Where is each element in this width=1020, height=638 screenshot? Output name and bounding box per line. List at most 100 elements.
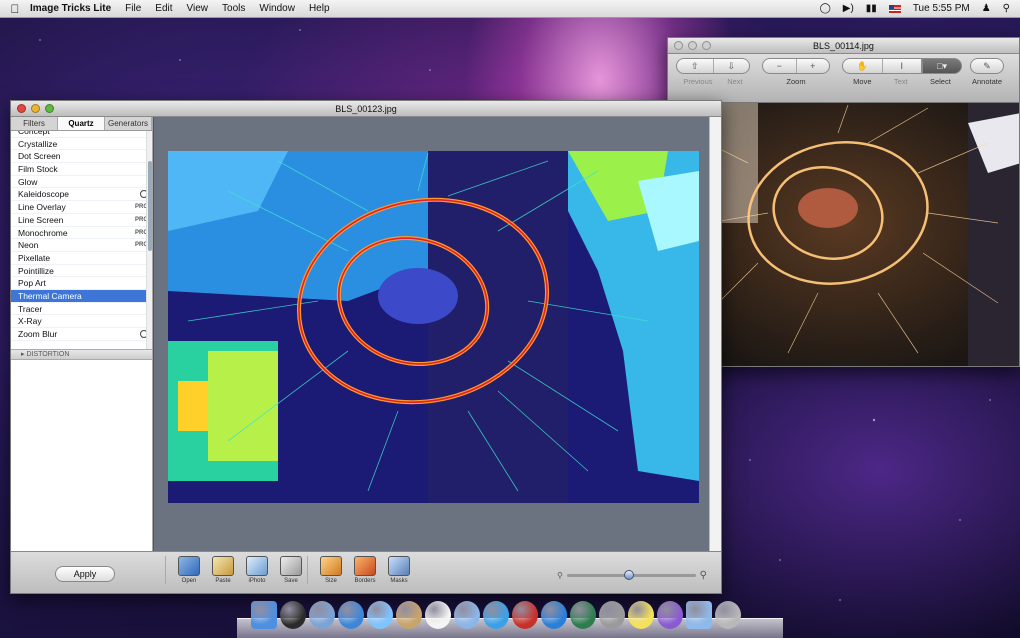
volume-icon[interactable]: ▶) <box>843 3 854 14</box>
safari-icon[interactable] <box>338 601 364 629</box>
tab-generators[interactable]: Generators <box>105 117 152 130</box>
filter-item[interactable]: Pop Art <box>11 277 152 290</box>
filter-item[interactable]: Pointillize <box>11 265 152 278</box>
filter-item[interactable]: Film Stock <box>11 163 152 176</box>
paste-label: Paste <box>215 578 231 584</box>
iphoto-icon[interactable] <box>454 601 480 629</box>
itunes-icon[interactable] <box>483 601 509 629</box>
filter-item[interactable]: Monochrome PRO <box>11 227 152 240</box>
menu-file[interactable]: File <box>125 3 141 14</box>
zoom-group: − + Zoom <box>762 58 830 86</box>
filter-item[interactable]: Glow <box>11 176 152 189</box>
thermal-camera-image[interactable] <box>168 151 699 503</box>
save-tool[interactable]: Save <box>278 556 304 584</box>
filter-item[interactable]: Pixellate <box>11 252 152 265</box>
filter-item-label: Film Stock <box>18 164 58 175</box>
photo-icon[interactable] <box>309 601 335 629</box>
input-source-flag-icon[interactable] <box>888 4 901 13</box>
zoom-in-icon[interactable]: + <box>797 59 830 73</box>
spotlight-search-icon[interactable]: ⚲ <box>1003 3 1010 14</box>
open-tool[interactable]: Open <box>176 556 202 584</box>
systemprefs-icon[interactable] <box>599 601 625 629</box>
zoom-knob[interactable] <box>623 569 634 580</box>
canvas-scrollbar[interactable] <box>709 117 721 551</box>
close-button[interactable] <box>674 41 683 50</box>
book-icon[interactable] <box>512 601 538 629</box>
chat-icon[interactable] <box>367 601 393 629</box>
filter-list-scrollbar[interactable] <box>146 131 152 349</box>
category-distortion[interactable]: ▸ DISTORTION <box>11 349 152 360</box>
folder-icon[interactable] <box>686 601 712 629</box>
trash-icon[interactable] <box>715 601 741 629</box>
menu-edit[interactable]: Edit <box>155 3 172 14</box>
battery-icon[interactable]: ▮▮ <box>866 3 877 14</box>
appstore-icon[interactable] <box>541 601 567 629</box>
menu-tools[interactable]: Tools <box>222 3 245 14</box>
menu-help[interactable]: Help <box>309 3 330 14</box>
dock-icons <box>251 601 741 629</box>
filter-item-label: Crystallize <box>18 138 58 149</box>
image-canvas <box>153 117 711 551</box>
clock[interactable]: Tue 5:55 PM <box>913 3 970 14</box>
filter-item-label: Line Overlay <box>18 202 66 213</box>
filter-item[interactable]: Thermal Camera <box>11 289 152 303</box>
next-arrow-icon[interactable]: ⇩ <box>714 59 750 73</box>
filter-item-label: Line Screen <box>18 214 64 225</box>
preview-icon[interactable] <box>396 601 422 629</box>
masks-tool[interactable]: Masks <box>386 556 412 584</box>
zoom-in-magnifier-icon[interactable]: ⚲ <box>700 570 707 581</box>
zoom-out-magnifier-icon[interactable]: ⚲ <box>557 571 563 580</box>
main-titlebar[interactable]: BLS_00123.jpg <box>11 101 721 117</box>
close-button[interactable] <box>17 104 26 113</box>
apply-button[interactable]: Apply <box>55 566 115 582</box>
user-icon[interactable]: ♟ <box>982 3 991 14</box>
select-label: Select <box>929 77 951 86</box>
filter-item-label: Monochrome <box>18 227 68 238</box>
text-cursor-icon[interactable]: I <box>883 59 922 73</box>
select-rect-icon[interactable]: □▾ <box>923 59 961 73</box>
annotate-pencil-icon[interactable]: ✎ <box>971 59 1003 73</box>
filter-item[interactable]: Dot Screen <box>11 150 152 164</box>
calendar-icon[interactable] <box>425 601 451 629</box>
menu-window[interactable]: Window <box>259 3 295 14</box>
minimize-button[interactable] <box>31 104 40 113</box>
iphoto-label: iPhoto <box>248 578 266 584</box>
filter-tabs: Filters Quartz Generators <box>11 117 152 131</box>
paste-tool[interactable]: Paste <box>210 556 236 584</box>
filter-item[interactable]: X-Ray <box>11 315 152 328</box>
apple-menu-icon[interactable]:  <box>0 2 30 16</box>
menu-view[interactable]: View <box>187 3 209 14</box>
filter-item[interactable]: Concept <box>11 131 152 138</box>
iphoto-tool[interactable]: iPhoto <box>244 556 270 584</box>
filter-item[interactable]: Zoom Blur <box>11 328 152 341</box>
size-tool[interactable]: Size <box>318 556 344 584</box>
move-hand-icon[interactable]: ✋ <box>843 59 883 73</box>
minimize-button[interactable] <box>688 41 697 50</box>
borders-tool[interactable]: Borders <box>352 556 378 584</box>
tab-quartz[interactable]: Quartz <box>58 117 105 130</box>
finder-icon[interactable] <box>251 601 277 629</box>
scroll-thumb[interactable] <box>148 161 152 251</box>
zoom-slider[interactable]: ⚲ ⚲ <box>557 569 707 581</box>
stickies-icon[interactable] <box>628 601 654 629</box>
dashboard-icon[interactable] <box>280 601 306 629</box>
previous-arrow-icon[interactable]: ⇧ <box>677 59 714 73</box>
time-machine-icon[interactable]: ◯ <box>820 3 831 14</box>
preview-titlebar[interactable]: BLS_00114.jpg <box>668 38 1019 54</box>
zoom-button[interactable] <box>45 104 54 113</box>
app-name-menu[interactable]: Image Tricks Lite <box>30 3 111 14</box>
filter-item[interactable]: Crystallize <box>11 138 152 151</box>
zoom-track[interactable] <box>566 569 696 580</box>
imagetricks-icon[interactable] <box>657 601 683 629</box>
filter-item[interactable]: Kaleidoscope <box>11 188 152 202</box>
tab-filters[interactable]: Filters <box>11 117 58 130</box>
zoom-button[interactable] <box>702 41 711 50</box>
zoom-out-icon[interactable]: − <box>763 59 797 73</box>
save-icon <box>280 556 302 576</box>
filter-item[interactable]: Line Overlay PRO <box>11 201 152 214</box>
filter-item[interactable]: Tracer <box>11 303 152 316</box>
filter-item-label: Zoom Blur <box>18 329 58 339</box>
timemachine-icon[interactable] <box>570 601 596 629</box>
filter-item[interactable]: Line Screen PRO <box>11 214 152 227</box>
filter-item[interactable]: Neon PRO <box>11 239 152 252</box>
